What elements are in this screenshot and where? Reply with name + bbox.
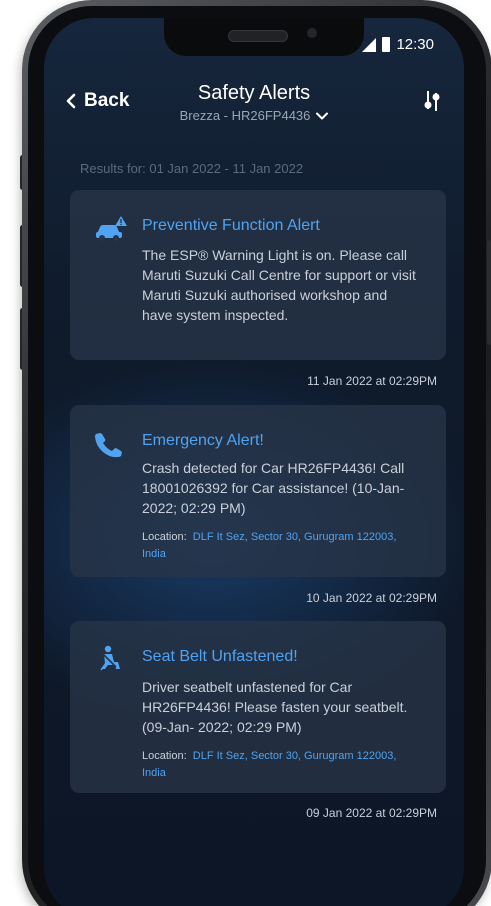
alert-timestamp: 09 Jan 2022 at 02:29PM bbox=[306, 806, 437, 820]
app-screen: 12:30 Back Safety Alerts Brezza - HR26FP… bbox=[44, 18, 464, 906]
app-header: Back Safety Alerts Brezza - HR26FP4436 bbox=[44, 80, 464, 130]
battery-icon bbox=[382, 37, 391, 52]
alert-title: Preventive Function Alert bbox=[142, 217, 320, 234]
alert-body: Driver seatbelt unfastened for Car HR26F… bbox=[142, 679, 408, 735]
vehicle-selector[interactable]: Brezza - HR26FP4436 bbox=[180, 108, 329, 123]
alert-timestamp: 11 Jan 2022 at 02:29PM bbox=[307, 374, 437, 388]
alert-title: Emergency Alert! bbox=[142, 432, 264, 449]
alert-card-seatbelt[interactable]: Seat Belt Unfastened! Driver seatbelt un… bbox=[70, 621, 446, 793]
chevron-down-icon bbox=[316, 112, 329, 119]
location-label: Location: bbox=[142, 750, 187, 762]
alert-card-preventive[interactable]: Preventive Function Alert The ESP® Warni… bbox=[70, 190, 446, 360]
alert-body: Crash detected for Car HR26FP4436! Call … bbox=[142, 460, 405, 516]
notch bbox=[164, 18, 364, 56]
status-bar: 12:30 bbox=[362, 36, 434, 53]
alert-timestamp: 10 Jan 2022 at 02:29PM bbox=[306, 591, 437, 605]
seatbelt-icon bbox=[100, 645, 120, 671]
alert-title: Seat Belt Unfastened! bbox=[142, 648, 298, 665]
alert-card-emergency[interactable]: Emergency Alert! Crash detected for Car … bbox=[70, 405, 446, 577]
results-date-range: Results for: 01 Jan 2022 - 11 Jan 2022 bbox=[80, 161, 304, 176]
page-title: Safety Alerts bbox=[197, 82, 311, 104]
alert-body: The ESP® Warning Light is on. Please cal… bbox=[142, 247, 416, 323]
filter-icon[interactable] bbox=[422, 89, 442, 113]
front-camera bbox=[307, 28, 317, 38]
signal-icon bbox=[362, 37, 377, 52]
power-button bbox=[487, 240, 491, 345]
phone-icon bbox=[95, 433, 122, 458]
vehicle-label: Brezza - HR26FP4436 bbox=[179, 108, 311, 123]
alert-location: Location: DLF It Sez, Sector 30, Gurugra… bbox=[142, 748, 418, 782]
car-warning-icon bbox=[96, 216, 127, 241]
status-time: 12:30 bbox=[396, 36, 434, 53]
speaker bbox=[228, 30, 288, 42]
alert-location: Location: DLF It Sez, Sector 30, Gurugra… bbox=[142, 529, 418, 563]
location-label: Location: bbox=[142, 531, 187, 543]
